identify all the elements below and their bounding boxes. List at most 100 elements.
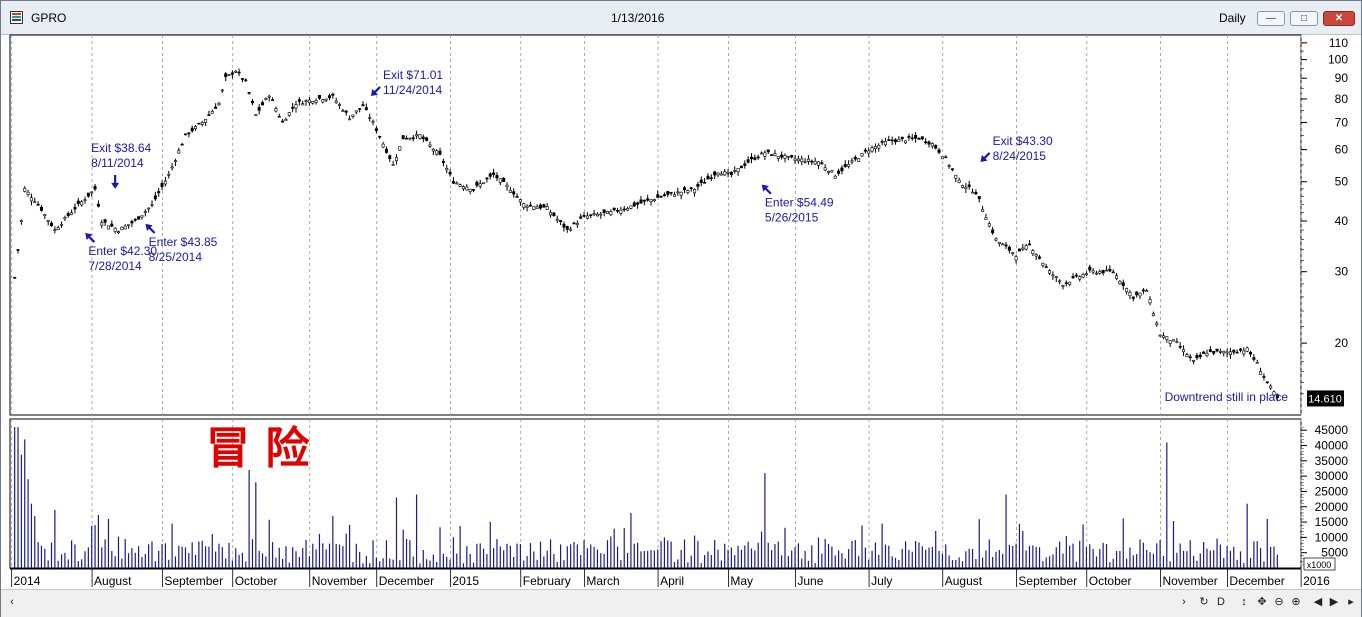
candle-body bbox=[746, 159, 750, 163]
annotation-date: 8/24/2015 bbox=[993, 149, 1047, 163]
candle-body bbox=[39, 206, 43, 211]
candle-body bbox=[488, 173, 492, 177]
candle-body bbox=[1038, 256, 1042, 259]
candle-body bbox=[60, 224, 64, 226]
candle-body bbox=[1182, 349, 1186, 353]
candle-body bbox=[56, 227, 60, 230]
candle-body bbox=[110, 223, 114, 227]
candle-body bbox=[294, 104, 298, 109]
candle-body bbox=[522, 203, 526, 208]
candle-body bbox=[63, 217, 67, 220]
vertical-resize-icon[interactable]: ↕ bbox=[1237, 595, 1251, 609]
candle-body bbox=[1048, 270, 1052, 274]
candle-body bbox=[920, 136, 924, 140]
scroll-right-icon[interactable]: › bbox=[1177, 595, 1191, 609]
annotation-date: 7/28/2014 bbox=[88, 259, 142, 273]
candle-body bbox=[756, 156, 760, 159]
candle-body bbox=[468, 188, 472, 192]
candle-body bbox=[1265, 381, 1269, 384]
candle-body bbox=[451, 181, 455, 184]
candle-body bbox=[1205, 353, 1209, 356]
candle-body bbox=[947, 165, 951, 167]
month-label: April bbox=[660, 574, 684, 588]
candle-body bbox=[277, 115, 281, 118]
next-arrow-icon[interactable]: ▶ bbox=[1327, 595, 1341, 609]
end-icon[interactable]: ▸ bbox=[1344, 595, 1358, 609]
candle-body bbox=[545, 206, 549, 210]
candle-body bbox=[314, 100, 318, 103]
candle-body bbox=[649, 199, 653, 202]
candle-body bbox=[247, 92, 251, 94]
zoom-out-icon[interactable]: ⊖ bbox=[1272, 595, 1286, 609]
candle-body bbox=[368, 117, 372, 119]
price-tick-label: 50 bbox=[1335, 175, 1349, 189]
scroll-left-icon[interactable]: ‹ bbox=[5, 595, 19, 609]
price-tick-label: 20 bbox=[1335, 336, 1349, 350]
candle-body bbox=[13, 276, 17, 279]
price-volume-chart[interactable]: 2014 August September October November Decemb… bbox=[1, 1, 1361, 589]
candle-body bbox=[954, 174, 958, 179]
candle-body bbox=[753, 157, 757, 160]
candle-body bbox=[1098, 271, 1102, 274]
candle-body bbox=[582, 215, 586, 217]
candle-body bbox=[1021, 247, 1025, 250]
candle-body bbox=[652, 199, 656, 201]
candle-body bbox=[137, 216, 141, 220]
candle-body bbox=[662, 194, 666, 197]
candle-body bbox=[1175, 341, 1179, 343]
candle-body bbox=[431, 148, 435, 152]
candle-body bbox=[1051, 274, 1055, 277]
candle-body bbox=[997, 241, 1001, 244]
candle-body bbox=[870, 147, 874, 152]
candle-body bbox=[157, 191, 161, 194]
candle-body bbox=[636, 202, 640, 205]
price-tick-label: 100 bbox=[1328, 53, 1348, 67]
candle-body bbox=[445, 168, 449, 171]
candle-body bbox=[820, 162, 824, 165]
candle-body bbox=[1024, 245, 1028, 250]
candle-body bbox=[984, 217, 988, 221]
candle-body bbox=[348, 118, 352, 121]
candle-body bbox=[813, 161, 817, 165]
candle-body bbox=[904, 140, 908, 144]
candle-body bbox=[723, 171, 727, 176]
candle-body bbox=[816, 161, 820, 166]
candle-body bbox=[1121, 282, 1125, 286]
candle-body bbox=[944, 156, 948, 159]
candle-body bbox=[1007, 246, 1011, 251]
candle-body bbox=[324, 98, 328, 101]
candle-body bbox=[679, 191, 683, 196]
candle-body bbox=[669, 191, 673, 194]
candle-body bbox=[153, 195, 157, 200]
daily-period-icon[interactable]: D bbox=[1214, 595, 1228, 609]
candle-body bbox=[1269, 385, 1273, 389]
candle-body bbox=[217, 102, 221, 106]
price-tick-label: 30 bbox=[1335, 265, 1349, 279]
candle-body bbox=[127, 224, 131, 227]
candle-body bbox=[1034, 254, 1038, 257]
candle-body bbox=[371, 120, 375, 123]
candle-body bbox=[425, 137, 429, 141]
candle-body bbox=[1118, 281, 1122, 285]
candle-body bbox=[1054, 276, 1058, 279]
candle-body bbox=[656, 194, 660, 198]
candle-body bbox=[70, 212, 74, 215]
move-icon[interactable]: ✥ bbox=[1255, 595, 1269, 609]
candle-body bbox=[823, 167, 827, 171]
price-tick-label: 110 bbox=[1329, 36, 1348, 50]
candle-body bbox=[974, 191, 978, 195]
candle-body bbox=[441, 160, 445, 163]
candle-body bbox=[605, 211, 609, 214]
candle-body bbox=[910, 137, 914, 140]
candle-body bbox=[1195, 354, 1199, 359]
previous-arrow-icon[interactable]: ◀ bbox=[1311, 595, 1325, 609]
candle-body bbox=[502, 177, 506, 182]
candle-body bbox=[749, 156, 753, 160]
candle-body bbox=[950, 168, 954, 171]
candle-body bbox=[1014, 256, 1018, 261]
candle-body bbox=[729, 171, 733, 175]
risk-watermark: 冒 险 bbox=[206, 423, 310, 474]
candle-body bbox=[532, 206, 536, 210]
zoom-in-icon[interactable]: ⊕ bbox=[1289, 595, 1303, 609]
refresh-icon[interactable]: ↻ bbox=[1197, 595, 1211, 609]
